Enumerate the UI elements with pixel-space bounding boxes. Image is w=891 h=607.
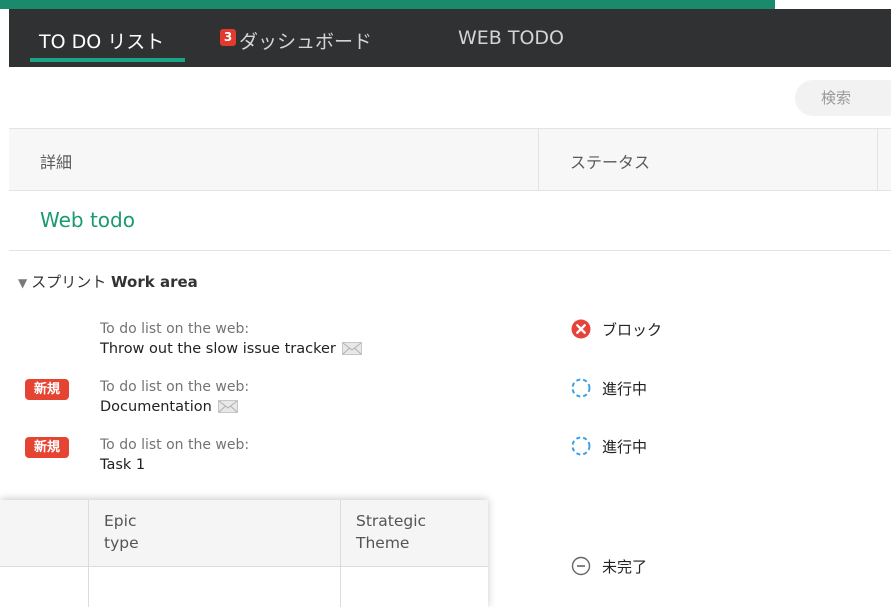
mail-icon — [217, 399, 238, 419]
tab-web-todo[interactable]: WEB TODO — [458, 27, 564, 49]
column-divider — [877, 129, 878, 190]
status-cell[interactable]: ブロック — [571, 319, 662, 343]
incomplete-icon — [571, 556, 591, 580]
search-button[interactable]: 検索 — [795, 80, 891, 116]
top-navigation-bar: TO DO リスト 3 ダッシュボード WEB TODO — [9, 9, 891, 67]
popup-column-strategic-theme[interactable]: Strategic Theme — [356, 510, 426, 554]
tab-todo-list-label: TO DO リスト — [39, 31, 165, 53]
in-progress-icon — [571, 436, 591, 460]
caret-down-icon[interactable]: ▼ — [18, 276, 27, 290]
popup-column-divider — [340, 500, 341, 607]
sprint-name: Work area — [111, 273, 198, 291]
project-title[interactable]: Web todo — [40, 208, 135, 232]
sprint-group-toggle[interactable]: ▼ スプリント Work area — [18, 271, 198, 292]
column-divider — [538, 129, 539, 190]
popup-column-label: type — [104, 534, 139, 552]
status-label: 進行中 — [602, 438, 648, 456]
popup-column-epic-type[interactable]: Epic type — [104, 510, 139, 554]
status-cell[interactable]: 進行中 — [571, 378, 647, 402]
tab-dashboard[interactable]: ダッシュボード — [239, 27, 372, 54]
task-project-label: To do list on the web: — [100, 437, 250, 453]
popup-column-label: Theme — [356, 534, 410, 552]
mail-icon — [341, 341, 362, 361]
top-accent-strip — [0, 0, 775, 9]
column-header-details[interactable]: 詳細 — [40, 149, 72, 173]
task-row[interactable]: To do list on the web: Task 1 — [100, 435, 249, 475]
column-popup-panel: Epic type Strategic Theme — [0, 500, 488, 607]
status-label: 未完了 — [602, 558, 648, 576]
column-header-status[interactable]: ステータス — [570, 149, 650, 173]
project-divider — [9, 250, 891, 251]
in-progress-icon — [571, 378, 591, 402]
task-title[interactable]: Throw out the slow issue tracker — [100, 339, 362, 361]
todo-count-badge: 3 — [220, 29, 236, 46]
task-title[interactable]: Task 1 — [100, 455, 249, 475]
popup-column-divider — [88, 500, 89, 607]
status-label: ブロック — [602, 321, 663, 339]
status-cell[interactable]: 進行中 — [571, 436, 647, 460]
status-label: 進行中 — [602, 380, 648, 398]
table-header-row: 詳細 ステータス — [9, 128, 891, 191]
task-project-label: To do list on the web: — [100, 379, 250, 395]
task-title[interactable]: Documentation — [100, 397, 249, 419]
blocked-icon — [571, 319, 591, 343]
sprint-prefix: スプリント — [31, 273, 107, 291]
status-cell[interactable]: 未完了 — [571, 556, 647, 580]
active-tab-indicator — [30, 58, 185, 62]
task-row[interactable]: To do list on the web: Throw out the slo… — [100, 319, 362, 361]
popup-column-label: Strategic — [356, 512, 427, 530]
new-badge: 新規 — [25, 379, 69, 400]
new-badge: 新規 — [25, 437, 69, 458]
tab-todo-list[interactable]: TO DO リスト 3 — [39, 27, 236, 54]
task-project-label: To do list on the web: — [100, 321, 250, 337]
popup-column-label: Epic — [104, 512, 137, 530]
task-row[interactable]: To do list on the web: Documentation — [100, 377, 249, 419]
